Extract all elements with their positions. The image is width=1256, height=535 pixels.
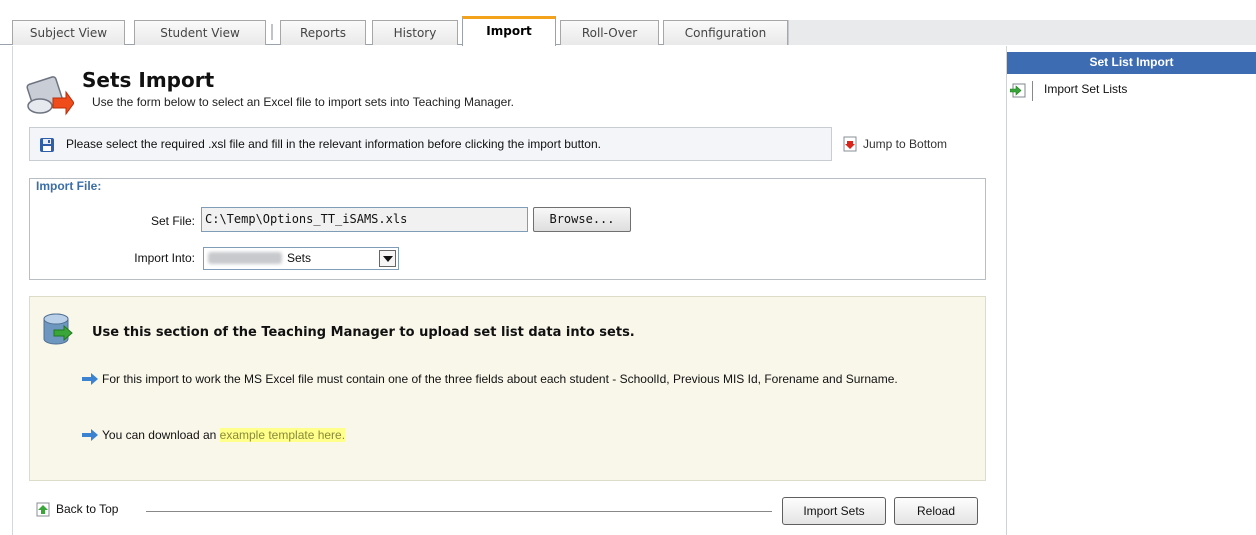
notice-text: Please select the required .xsl file and…	[66, 137, 601, 151]
page-title: Sets Import	[82, 68, 215, 92]
page-down-arrow-icon	[843, 136, 857, 152]
import-into-select[interactable]: Sets	[203, 247, 399, 270]
download-prefix-text: You can download an	[102, 428, 220, 442]
import-sets-button[interactable]: Import Sets	[782, 497, 886, 525]
set-file-input[interactable]: C:\Temp\Options_TT_iSAMS.xls	[201, 207, 528, 232]
browse-button[interactable]: Browse...	[533, 207, 631, 232]
import-file-legend: Import File:	[33, 179, 105, 193]
info-bullet-text: For this import to work the MS Excel fil…	[102, 372, 898, 386]
jump-to-bottom-label: Jump to Bottom	[863, 137, 948, 151]
example-template-link[interactable]: example template here.	[219, 428, 346, 442]
jump-to-bottom-link[interactable]: Jump to Bottom	[843, 136, 947, 154]
set-file-label: Set File:	[150, 214, 195, 228]
tab-bar-blank-area	[788, 20, 1256, 45]
back-to-top-link[interactable]: Back to Top	[56, 502, 118, 516]
tab-student-view[interactable]: Student View	[134, 20, 266, 45]
tab-subject-view[interactable]: Subject View	[12, 20, 125, 45]
import-into-label: Import Into:	[134, 251, 195, 265]
page-subtitle: Use the form below to select an Excel fi…	[92, 95, 514, 109]
info-bullet-text: You can download an example template her…	[102, 427, 962, 443]
footer-divider	[146, 511, 772, 512]
arrow-right-icon	[82, 373, 98, 385]
tab-configuration[interactable]: Configuration	[663, 20, 788, 45]
database-upload-icon	[43, 313, 73, 345]
sidebar-item-separator	[1032, 81, 1033, 101]
sidebar-item-import-set-lists[interactable]: Import Set Lists	[1044, 82, 1127, 96]
scroll-import-icon	[26, 76, 74, 116]
page-up-arrow-icon	[36, 502, 50, 517]
info-title: Use this section of the Teaching Manager…	[92, 325, 635, 340]
save-disk-icon	[40, 138, 54, 152]
reload-button[interactable]: Reload	[894, 497, 978, 525]
info-panel	[29, 296, 986, 481]
import-into-value: Sets	[287, 251, 312, 265]
tab-reports[interactable]: Reports	[280, 20, 366, 45]
right-sidebar	[1006, 46, 1256, 535]
tab-separator	[271, 24, 273, 40]
chevron-down-icon[interactable]	[379, 250, 396, 267]
arrow-right-icon	[82, 429, 98, 441]
import-document-icon	[1010, 83, 1026, 98]
sidebar-header: Set List Import	[1007, 52, 1256, 74]
tab-import[interactable]: Import	[462, 16, 556, 46]
tab-history[interactable]: History	[372, 20, 458, 45]
redacted-text	[208, 252, 282, 264]
tab-roll-over[interactable]: Roll-Over	[560, 20, 659, 45]
notice-bar: Please select the required .xsl file and…	[29, 127, 832, 161]
